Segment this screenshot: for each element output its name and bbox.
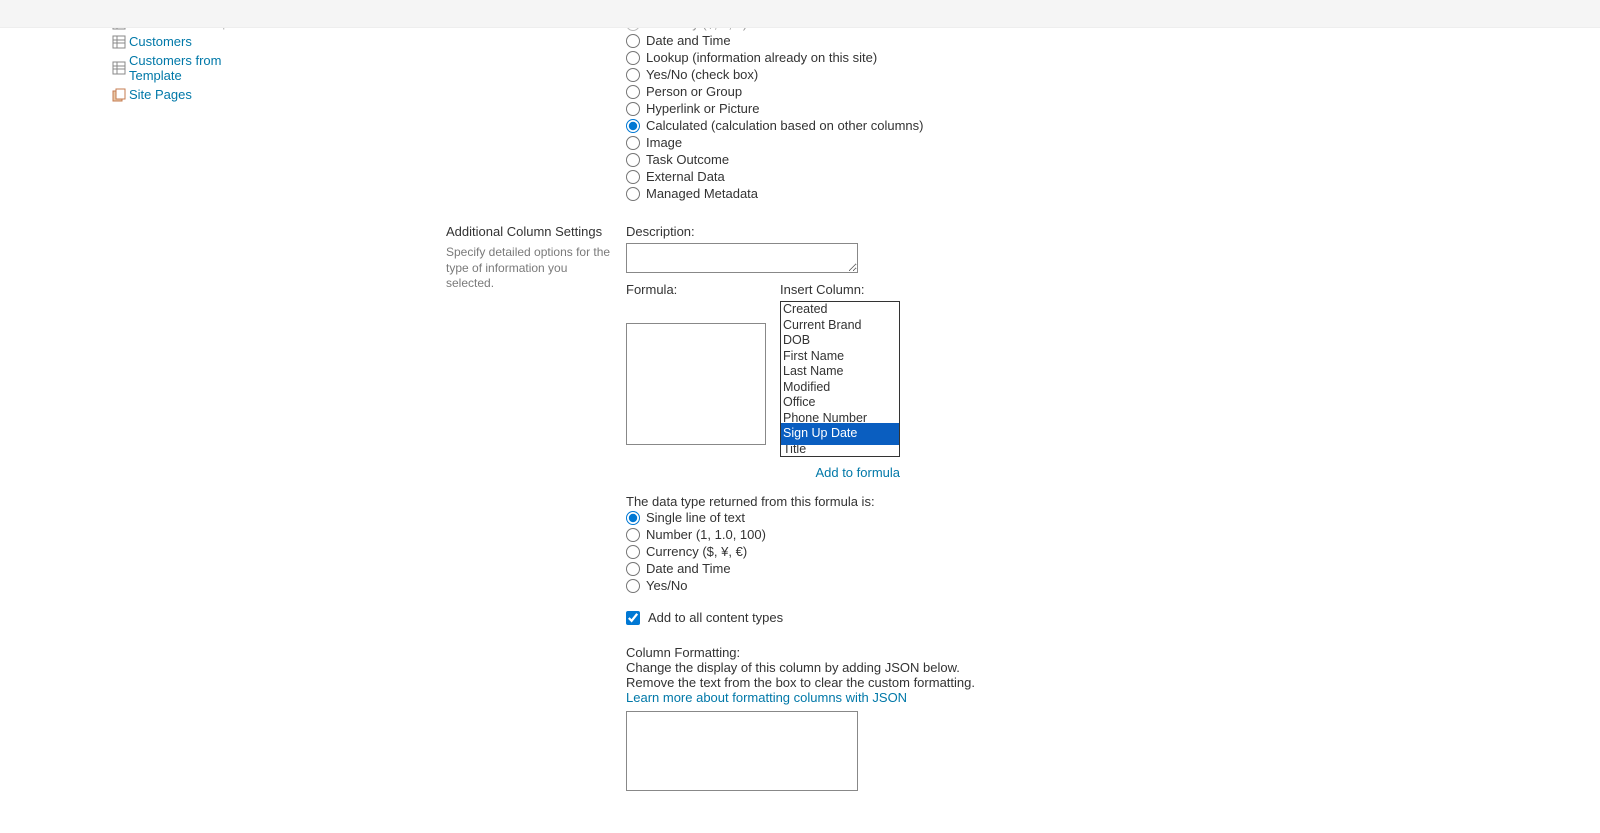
return-type-radio[interactable] (626, 579, 640, 593)
column-type-option[interactable]: Hyperlink or Picture (626, 100, 1600, 117)
sidebar-item-customers[interactable]: Customers (112, 32, 250, 51)
column-type-label: Person or Group (646, 84, 742, 99)
column-type-option[interactable]: Date and Time (626, 32, 1600, 49)
add-to-content-types-checkbox[interactable] (626, 611, 640, 625)
column-type-label: Date and Time (646, 33, 731, 48)
description-textarea[interactable] (626, 243, 858, 273)
return-type-label: Date and Time (646, 561, 731, 576)
top-bar (0, 0, 1600, 28)
column-type-label: Image (646, 135, 682, 150)
return-type-label: Number (1, 1.0, 100) (646, 527, 766, 542)
add-to-formula-link[interactable]: Add to formula (626, 465, 900, 480)
return-type-radio[interactable] (626, 562, 640, 576)
column-type-radio[interactable] (626, 187, 640, 201)
insert-column-option[interactable]: Title (781, 442, 899, 458)
list-icon (112, 35, 126, 49)
return-type-label: Single line of text (646, 510, 745, 525)
insert-column-option[interactable]: Sign Up Date (781, 426, 899, 442)
main-content: Currency ($, ¥, €) Date and Time Lookup (i… (250, 28, 1600, 794)
column-type-label: Managed Metadata (646, 186, 758, 201)
return-type-label: Yes/No (646, 578, 687, 593)
column-type-option[interactable]: Currency ($, ¥, €) (626, 28, 1600, 32)
column-type-radio[interactable] (626, 85, 640, 99)
column-formatting-desc-2: Remove the text from the box to clear th… (626, 675, 1600, 690)
return-type-option[interactable]: Yes/No (626, 577, 1600, 594)
column-type-option[interactable]: Lookup (information already on this site… (626, 49, 1600, 66)
column-type-radio[interactable] (626, 170, 640, 184)
column-type-option[interactable]: Image (626, 134, 1600, 151)
formula-textarea[interactable] (626, 323, 766, 445)
pages-icon (112, 88, 126, 102)
column-type-option[interactable]: Task Outcome (626, 151, 1600, 168)
return-type-radio[interactable] (626, 511, 640, 525)
insert-column-listbox[interactable]: CreatedCurrent BrandDOBFirst NameLast Na… (780, 301, 900, 457)
sidebar-item-label: Customers from Template (129, 53, 250, 83)
insert-column-option[interactable]: Office (781, 395, 899, 411)
column-type-label: Task Outcome (646, 152, 729, 167)
column-type-label: External Data (646, 169, 725, 184)
column-type-option[interactable]: Person or Group (626, 83, 1600, 100)
insert-column-option[interactable]: Last Name (781, 364, 899, 380)
column-type-radio[interactable] (626, 68, 640, 82)
column-type-option[interactable]: Managed Metadata (626, 185, 1600, 202)
column-type-label: Yes/No (check box) (646, 67, 758, 82)
return-type-label: The data type returned from this formula… (626, 494, 1600, 509)
insert-column-option[interactable]: Current Brand (781, 318, 899, 334)
return-type-label: Currency ($, ¥, €) (646, 544, 747, 559)
column-type-radio[interactable] (626, 119, 640, 133)
insert-column-option[interactable]: First Name (781, 349, 899, 365)
column-formatting-desc-1: Change the display of this column by add… (626, 660, 1600, 675)
column-type-option[interactable]: External Data (626, 168, 1600, 185)
description-label: Description: (626, 224, 1600, 239)
return-type-option[interactable]: Single line of text (626, 509, 1600, 526)
return-type-radio[interactable] (626, 545, 640, 559)
column-type-radio[interactable] (626, 28, 640, 31)
insert-column-option[interactable]: DOB (781, 333, 899, 349)
column-type-option[interactable]: Yes/No (check box) (626, 66, 1600, 83)
insert-column-option[interactable]: Created (781, 302, 899, 318)
list-icon (112, 28, 126, 30)
formula-label: Formula: (626, 282, 766, 297)
list-icon (112, 61, 126, 75)
column-type-radio[interactable] (626, 51, 640, 65)
column-formatting-help-link[interactable]: Learn more about formatting columns with… (626, 690, 907, 705)
column-type-group: Currency ($, ¥, €) Date and Time Lookup (i… (626, 28, 1600, 202)
return-type-option[interactable]: Number (1, 1.0, 100) (626, 526, 1600, 543)
return-type-option[interactable]: Currency ($, ¥, €) (626, 543, 1600, 560)
settings-section-desc: Specify detailed options for the type of… (446, 245, 616, 292)
insert-column-option[interactable]: Modified (781, 380, 899, 396)
sidebar-item-label: Blank List Example (129, 28, 240, 30)
column-type-radio[interactable] (626, 153, 640, 167)
column-type-label: Calculated (calculation based on other c… (646, 118, 924, 133)
sidebar-item-site-pages[interactable]: Site Pages (112, 85, 250, 104)
insert-column-option[interactable]: Phone Number (781, 411, 899, 427)
column-type-radio[interactable] (626, 102, 640, 116)
column-formatting-textarea[interactable] (626, 711, 858, 791)
return-type-radio[interactable] (626, 528, 640, 542)
column-type-label: Currency ($, ¥, €) (646, 28, 747, 31)
column-type-label: Lookup (information already on this site… (646, 50, 877, 65)
column-formatting-label: Column Formatting: (626, 645, 1600, 660)
sidebar: Blank List Example Customers Customers fro… (0, 28, 250, 794)
column-type-option[interactable]: Calculated (calculation based on other c… (626, 117, 1600, 134)
column-type-label: Hyperlink or Picture (646, 101, 759, 116)
settings-section-title: Additional Column Settings (446, 224, 616, 239)
column-type-radio[interactable] (626, 34, 640, 48)
return-type-option[interactable]: Date and Time (626, 560, 1600, 577)
sidebar-item-label: Customers (129, 34, 192, 49)
sidebar-item-customers-from-template[interactable]: Customers from Template (112, 51, 250, 85)
column-type-radio[interactable] (626, 136, 640, 150)
sidebar-item-label: Site Pages (129, 87, 192, 102)
return-type-group: Single line of text Number (1, 1.0, 100) C… (626, 509, 1600, 594)
insert-column-label: Insert Column: (780, 282, 900, 297)
add-to-content-types-label: Add to all content types (648, 610, 783, 625)
